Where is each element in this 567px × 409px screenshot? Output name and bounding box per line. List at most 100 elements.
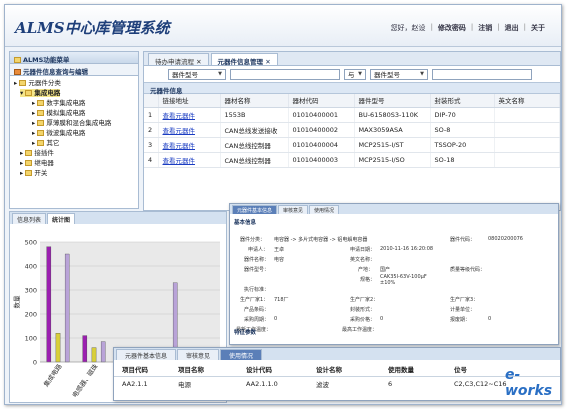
component-table: 链接地址 器材名称 器材代码 器件型号 封装形式 英文名称 1 查看元器件 15… [144, 94, 560, 168]
filter-value1-input[interactable] [230, 68, 340, 80]
field-name-value: 电容 [274, 257, 285, 263]
field-maker2-label: 生产厂家2： [350, 297, 379, 303]
table-row[interactable]: AA2.1.1 电源 AA2.1.1.0 滤波 6 C2,C3,C12~C16 [114, 376, 560, 392]
cell-code: 01010400003 [288, 152, 355, 168]
cell-package: SO-18 [430, 152, 495, 168]
col-header: 设计名称 [316, 366, 342, 375]
cell-project-name: 电源 [178, 381, 191, 390]
bar [91, 347, 97, 363]
tree-node-analog[interactable]: ▸ 模拟集成电路 [14, 108, 134, 118]
col-header[interactable]: 英文名称 [494, 94, 560, 108]
tab-review-comments[interactable]: 审核意见 [177, 349, 220, 360]
col-header[interactable]: 链接地址 [158, 94, 221, 108]
chevron-down-icon: ▼ [218, 71, 222, 77]
table-row[interactable]: 2 查看元器件 CAN总线发送接收 01010400002 MAX3059ASA… [144, 122, 560, 138]
top-banner: ALMS中心库管理系统 您好，赵设 | 修改密码 | 注销 | 退出 | 关于 [5, 5, 561, 47]
section-title: 元器件信息 [144, 82, 560, 95]
about-link[interactable]: 关于 [531, 23, 545, 33]
field-applicant-label: 申请人： [248, 247, 269, 253]
view-component-link[interactable]: 查看元器件 [163, 157, 196, 165]
field-spec-label: 规格： [360, 277, 376, 283]
col-header[interactable]: 器材代码 [288, 94, 355, 108]
tree-node-microwave[interactable]: ▸ 微波集成电路 [14, 128, 134, 138]
y-axis-label: 数量 [12, 295, 21, 309]
cell-package: DIP-70 [430, 107, 495, 123]
cell-design-code: AA2.1.1.0 [246, 380, 278, 389]
view-component-link[interactable]: 查看元器件 [163, 112, 196, 120]
field-date-value: 2010-11-16 16:20:08 [380, 246, 434, 252]
folder-icon [19, 80, 27, 86]
field-cycle-value: 0 [274, 316, 278, 322]
tab-pending-requests[interactable]: 待办申请流程 ✕ [148, 53, 209, 66]
folder-icon [25, 150, 33, 156]
cell-model: BU-61580S3-110K [354, 107, 431, 123]
bar [100, 341, 106, 363]
tree-node-relay[interactable]: ▸ 继电器 [14, 158, 134, 168]
field-maker1-label: 生产厂家1： [240, 297, 269, 303]
field-cycle-label: 采购周期： [244, 317, 270, 323]
tree-node-other[interactable]: ▸ 其它 [14, 138, 134, 148]
category-tree: ▸ 元器件分类 ▾ 集成电路 ▸ 数字集成电路 ▸ 模拟集成电路 ▸ 厚薄膜和混… [10, 76, 138, 180]
col-header[interactable]: 器材名称 [220, 94, 289, 108]
stats-tabs: 信息列表 统计图 [10, 212, 226, 224]
filter-value2-input[interactable] [432, 68, 532, 80]
folder-icon [37, 110, 45, 116]
menu-icon [14, 57, 21, 63]
x-tick-label: 电感器、磁珠 [70, 362, 100, 400]
logout-link[interactable]: 注销 [478, 23, 492, 33]
cell-code: 01010400004 [288, 137, 355, 153]
greeting-link: 您好，赵设 [390, 24, 426, 32]
bar [64, 253, 70, 363]
folder-icon [37, 100, 45, 106]
filter-operator-select[interactable]: 与 ▼ [344, 68, 366, 80]
usage-dialog: 元器件基本信息 审核意见 使用情况 项目代码 项目名称 设计代码 设计名称 使用… [113, 347, 561, 401]
tab-usage[interactable]: 使用情况 [220, 349, 263, 360]
y-tick-label: 0 [33, 359, 37, 367]
tab-usage[interactable]: 使用情况 [309, 205, 340, 214]
cell-quantity: 6 [388, 380, 393, 389]
top-links: 您好，赵设 | 修改密码 | 注销 | 退出 | 关于 [390, 23, 545, 33]
row-number: 3 [144, 137, 159, 153]
bar [46, 246, 52, 363]
exit-link[interactable]: 退出 [505, 23, 519, 33]
change-password-link[interactable]: 修改密码 [438, 23, 466, 33]
tab-basic-info[interactable]: 元器件基本信息 [232, 205, 278, 214]
y-tick-label: 400 [25, 263, 37, 271]
tab-component-info[interactable]: 元器件信息管理 ✕ [210, 53, 278, 66]
tab-info-list[interactable]: 信息列表 [12, 213, 47, 224]
filter-field2-select[interactable]: 器件型号 ▼ [370, 68, 428, 80]
close-icon[interactable]: ✕ [196, 58, 201, 66]
table-row[interactable]: 3 查看元器件 CAN总线控制器 01010400004 MCP2515-I/S… [144, 137, 560, 153]
view-component-link[interactable]: 查看元器件 [163, 127, 196, 135]
folder-icon [25, 160, 33, 166]
tree-node-root[interactable]: ▸ 元器件分类 [14, 78, 134, 88]
field-english-label: 英文名称： [350, 257, 376, 263]
tree-node-ic[interactable]: ▾ 集成电路 [14, 88, 134, 98]
col-header[interactable]: 器件型号 [354, 94, 431, 108]
table-row[interactable]: 1 查看元器件 1553B 01010400001 BU-61580S3-110… [144, 107, 560, 123]
tree-node-connector[interactable]: ▸ 接插件 [14, 148, 134, 158]
table-row[interactable]: 4 查看元器件 CAN总线控制器 01010400003 MCP2515-I/S… [144, 152, 560, 168]
col-header: 项目代码 [122, 366, 148, 375]
field-name-label: 器件名称： [244, 257, 270, 263]
usage-tabs: 元器件基本信息 审核意见 使用情况 [114, 348, 560, 360]
filter-field1-select[interactable]: 器件型号 ▼ [168, 68, 226, 80]
col-header[interactable]: 封装形式 [430, 94, 495, 108]
tree-node-switch[interactable]: ▸ 开关 [14, 168, 134, 178]
field-category-value: 电容器 -> 多片式电容器 -> 铝电解电容器 [274, 237, 368, 243]
col-header: 设计代码 [246, 366, 272, 375]
cell-name: 1553B [220, 107, 289, 123]
field-maker1-value: 718厂 [274, 297, 289, 303]
tree-node-film[interactable]: ▸ 厚薄膜和混合集成电路 [14, 118, 134, 128]
cell-model: MCP2515-I/ST [354, 137, 431, 153]
tab-statistics-chart[interactable]: 统计图 [47, 213, 76, 224]
close-icon[interactable]: ✕ [265, 58, 270, 66]
field-spec-value: CAK35I-63V-100µF ±10% [380, 274, 427, 286]
cell-english-name [494, 152, 560, 168]
tree-node-digital[interactable]: ▸ 数字集成电路 [14, 98, 134, 108]
view-component-link[interactable]: 查看元器件 [163, 142, 196, 150]
tab-review-comments[interactable]: 审核意见 [278, 205, 309, 214]
tab-basic-info[interactable]: 元器件基本信息 [116, 349, 177, 360]
sidebar-subheader[interactable]: 元器件信息查询与编辑 [10, 64, 138, 76]
cell-name: CAN总线控制器 [220, 152, 289, 168]
